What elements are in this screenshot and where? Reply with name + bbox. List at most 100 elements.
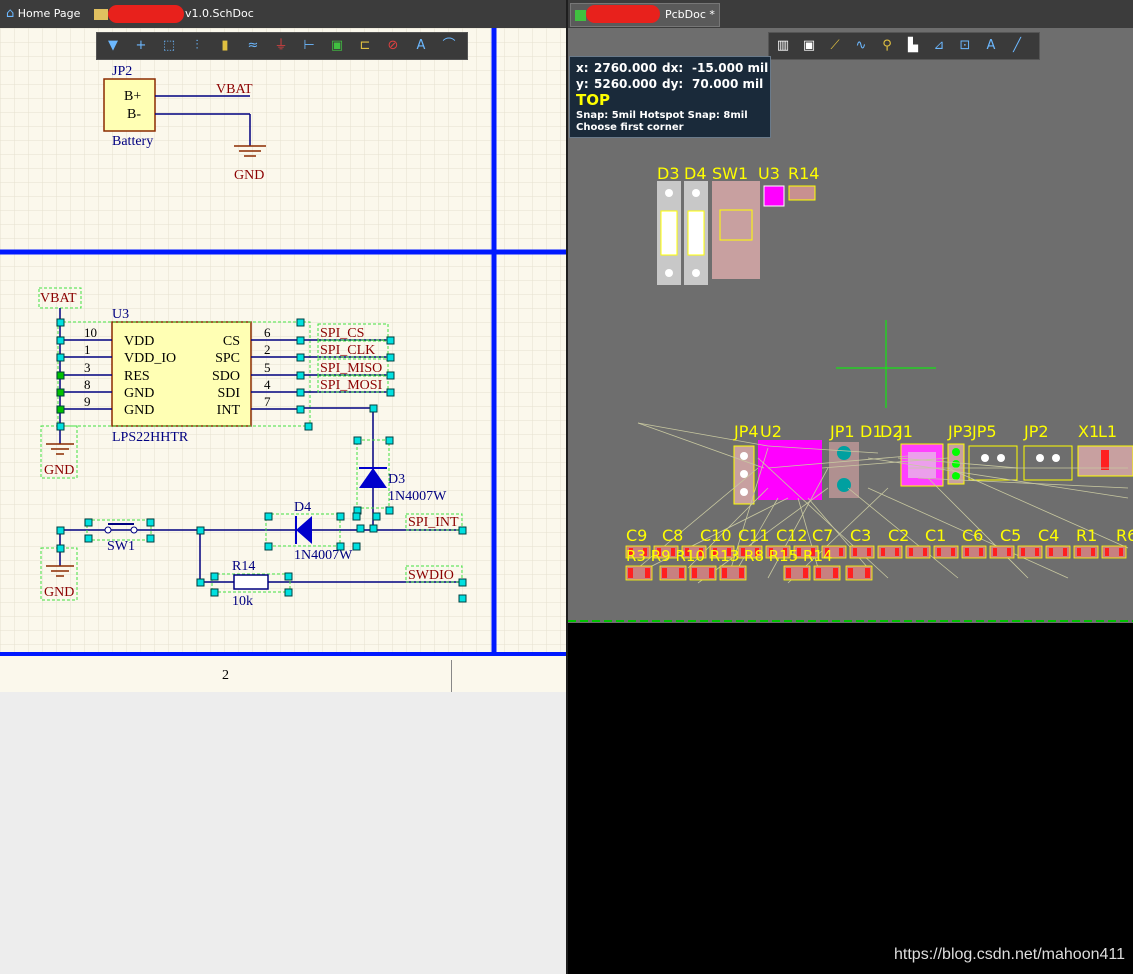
- component-icon[interactable]: ▣: [799, 36, 819, 56]
- selection-handle[interactable]: [458, 526, 467, 535]
- selection-handle[interactable]: [296, 318, 305, 327]
- footprint-jp4[interactable]: [733, 445, 755, 505]
- selection-handle[interactable]: [296, 353, 305, 362]
- footprint-sw1[interactable]: [712, 181, 760, 279]
- selection-handle[interactable]: [146, 518, 155, 527]
- home-tab-label: Home Page: [17, 7, 81, 20]
- selection-handle[interactable]: [264, 512, 273, 521]
- silk-label: C6: [962, 526, 983, 545]
- align-icon[interactable]: ⫶: [187, 36, 207, 56]
- selection-handle[interactable]: [284, 588, 293, 597]
- selection-handle[interactable]: [210, 588, 219, 597]
- selection-handle[interactable]: [353, 436, 362, 445]
- selection-handle[interactable]: [296, 405, 305, 414]
- port-icon[interactable]: ⊏: [355, 36, 375, 56]
- component-icon[interactable]: ▮: [215, 36, 235, 56]
- selection-handle[interactable]: [385, 436, 394, 445]
- selection-handle[interactable]: [56, 422, 65, 431]
- selection-handle[interactable]: [84, 534, 93, 543]
- arc-icon[interactable]: ⌒: [439, 36, 459, 56]
- selection-handle[interactable]: [56, 526, 65, 535]
- silk-label: C4: [1038, 526, 1059, 545]
- power-port-icon[interactable]: ⏚: [271, 36, 291, 56]
- text-icon[interactable]: A: [411, 36, 431, 56]
- net-spi-int[interactable]: SPI_INT: [408, 515, 459, 530]
- net-gnd-sw[interactable]: GND: [44, 585, 74, 600]
- selection-handle[interactable]: [146, 534, 155, 543]
- selection-handle[interactable]: [386, 388, 395, 397]
- selection-handle[interactable]: [196, 578, 205, 587]
- selection-handle[interactable]: [369, 404, 378, 413]
- selection-handle[interactable]: [336, 542, 345, 551]
- footprint-jp3[interactable]: [947, 443, 965, 485]
- selection-handle[interactable]: [56, 336, 65, 345]
- net-label[interactable]: SPI_MOSI: [320, 378, 383, 393]
- net-label[interactable]: SPI_MISO: [320, 361, 382, 376]
- selection-handle[interactable]: [458, 578, 467, 587]
- selection-handle[interactable]: [372, 512, 381, 521]
- footprint-u3[interactable]: [763, 185, 785, 207]
- footprint-d4[interactable]: [684, 181, 708, 285]
- net-vbat-top[interactable]: VBAT: [216, 82, 253, 97]
- move-icon[interactable]: +: [131, 36, 151, 56]
- pcb-canvas[interactable]: D3 D4 SW1 U3 R14 JP4 U2 JP1 D1 D2 J1 JP3 JP5 JP2 X1 L1 C…: [568, 28, 1133, 623]
- selection-handle[interactable]: [56, 353, 65, 362]
- selection-handle[interactable]: [84, 518, 93, 527]
- home-icon: ⌂: [6, 6, 15, 21]
- pcb-pane: PcbDoc * D3 D4 SW1 U3 R14 JP4 U2 JP1 D1 …: [568, 0, 1133, 974]
- footprint-r14[interactable]: [788, 185, 816, 201]
- dimension-icon[interactable]: ⊡: [955, 36, 975, 56]
- line-icon[interactable]: ╱: [1007, 36, 1027, 56]
- net-vbat-u3[interactable]: VBAT: [40, 291, 77, 306]
- route-icon[interactable]: ⟋: [825, 36, 845, 56]
- wire-icon[interactable]: ⊢: [299, 36, 319, 56]
- text-icon[interactable]: A: [981, 36, 1001, 56]
- footprint-d3[interactable]: [657, 181, 681, 285]
- selection-handle[interactable]: [56, 405, 65, 414]
- no-erc-icon[interactable]: ⊘: [383, 36, 403, 56]
- footprint-x1-l1[interactable]: [1077, 445, 1133, 477]
- schematic-sheet[interactable]: JP2 B+ B- Battery VBAT GND 10 VDD 1 VDD_IO 3…: [0, 28, 566, 688]
- selection-handle[interactable]: [56, 318, 65, 327]
- selection-handle[interactable]: [386, 371, 395, 380]
- bus-icon[interactable]: ≈: [243, 36, 263, 56]
- polygon-icon[interactable]: ▙: [903, 36, 923, 56]
- selection-handle[interactable]: [458, 594, 467, 603]
- selection-handle[interactable]: [296, 388, 305, 397]
- sheet-symbol-icon[interactable]: ▣: [327, 36, 347, 56]
- selection-handle[interactable]: [56, 544, 65, 553]
- net-label[interactable]: SPI_CS: [320, 326, 364, 341]
- footprint-jp2[interactable]: [1023, 445, 1073, 481]
- net-gnd-u3[interactable]: GND: [44, 463, 74, 478]
- select-rect-icon[interactable]: ⬚: [159, 36, 179, 56]
- selection-handle[interactable]: [304, 422, 313, 431]
- selection-handle[interactable]: [386, 336, 395, 345]
- bar-chart-icon[interactable]: ▥: [773, 36, 793, 56]
- diff-pair-icon[interactable]: ∿: [851, 36, 871, 56]
- selection-handle[interactable]: [352, 542, 361, 551]
- home-tab[interactable]: ⌂ Home Page: [6, 3, 80, 25]
- selection-handle[interactable]: [196, 526, 205, 535]
- net-swdio[interactable]: SWDIO: [408, 568, 454, 583]
- footprint-j1[interactable]: [900, 443, 944, 487]
- u3-pin-number: 4: [264, 377, 271, 392]
- selection-handle[interactable]: [296, 371, 305, 380]
- selection-handle[interactable]: [56, 371, 65, 380]
- selection-handle[interactable]: [356, 524, 365, 533]
- filter-icon[interactable]: ▼: [103, 36, 123, 56]
- via-icon[interactable]: ⚲: [877, 36, 897, 56]
- selection-handle[interactable]: [386, 353, 395, 362]
- silk-label: JP2: [1023, 422, 1049, 441]
- selection-handle[interactable]: [56, 388, 65, 397]
- selection-handle[interactable]: [264, 542, 273, 551]
- selection-handle[interactable]: [296, 336, 305, 345]
- selection-handle[interactable]: [385, 506, 394, 515]
- selection-handle[interactable]: [210, 572, 219, 581]
- selection-handle[interactable]: [352, 512, 361, 521]
- selection-handle[interactable]: [369, 524, 378, 533]
- graph-icon[interactable]: ⊿: [929, 36, 949, 56]
- net-gnd-top[interactable]: GND: [234, 168, 264, 183]
- selection-handle[interactable]: [336, 512, 345, 521]
- selection-handle[interactable]: [284, 572, 293, 581]
- net-label[interactable]: SPI_CLK: [320, 343, 375, 358]
